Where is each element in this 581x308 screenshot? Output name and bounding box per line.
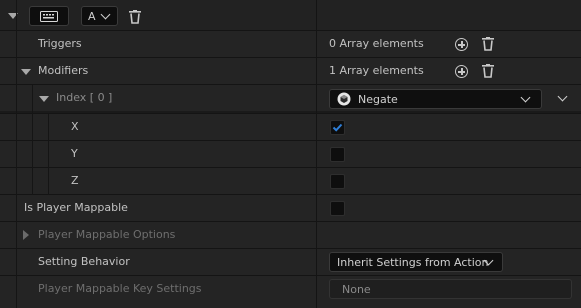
is-player-mappable-row: Is Player Mappable xyxy=(0,195,581,221)
keyboard-icon xyxy=(40,11,58,22)
key-mapping-header-row: A xyxy=(0,0,581,30)
setting-behavior-label: Setting Behavior xyxy=(38,255,130,268)
row-separator xyxy=(0,194,581,195)
modifiers-count: 1 Array elements xyxy=(329,64,424,77)
x-label: X xyxy=(71,120,79,133)
indent-guide xyxy=(48,114,49,195)
keyboard-key-selector[interactable] xyxy=(29,6,69,26)
chevron-down-icon xyxy=(100,9,111,20)
x-row: X xyxy=(0,114,581,140)
triggers-row: Triggers 0 Array elements xyxy=(0,31,581,57)
player-mappable-options-label: Player Mappable Options xyxy=(38,228,176,241)
index-label: Index [ 0 ] xyxy=(56,91,113,104)
key-settings-value: None xyxy=(342,283,371,296)
expand-arrow-icon[interactable] xyxy=(39,96,49,102)
player-mappable-options-row: Player Mappable Options xyxy=(0,222,581,248)
z-checkbox[interactable] xyxy=(330,174,345,189)
y-label: Y xyxy=(71,147,78,160)
index-0-row: Index [ 0 ] Negate xyxy=(0,85,581,111)
triggers-label: Triggers xyxy=(38,37,82,50)
row-separator xyxy=(0,30,581,31)
expand-arrow-icon[interactable] xyxy=(23,230,29,240)
row-separator xyxy=(0,57,581,58)
row-separator xyxy=(0,275,581,276)
is-player-mappable-label: Is Player Mappable xyxy=(24,201,128,214)
row-separator xyxy=(0,84,581,85)
key-settings-dropdown[interactable]: None xyxy=(329,279,572,299)
player-mappable-key-settings-label: Player Mappable Key Settings xyxy=(38,282,202,295)
x-checkbox[interactable] xyxy=(330,120,345,135)
setting-behavior-row: Setting Behavior Inherit Settings from A… xyxy=(0,249,581,275)
row-separator xyxy=(0,221,581,222)
delete-icon[interactable] xyxy=(482,64,494,78)
modifier-type-value: Negate xyxy=(358,93,398,106)
is-player-mappable-checkbox[interactable] xyxy=(330,201,345,216)
delete-icon[interactable] xyxy=(482,37,494,51)
setting-behavior-dropdown[interactable]: Inherit Settings from Action xyxy=(329,252,503,272)
triggers-count: 0 Array elements xyxy=(329,37,424,50)
z-label: Z xyxy=(71,174,79,187)
row-separator xyxy=(0,248,581,249)
add-element-icon[interactable] xyxy=(455,65,468,78)
row-separator xyxy=(0,140,581,141)
indent-guide xyxy=(16,0,17,308)
modifier-type-dropdown[interactable]: Negate xyxy=(329,89,542,109)
checkmark-icon xyxy=(332,123,343,132)
setting-behavior-value: Inherit Settings from Action xyxy=(337,256,489,269)
column-divider[interactable] xyxy=(316,0,317,308)
add-element-icon[interactable] xyxy=(455,38,468,51)
delete-icon[interactable] xyxy=(129,10,141,24)
indent-guide xyxy=(32,85,33,195)
key-dropdown-label: A xyxy=(88,10,96,23)
row-separator xyxy=(0,167,581,168)
key-dropdown[interactable]: A xyxy=(81,6,118,26)
cube-icon xyxy=(337,92,351,106)
expand-arrow-icon[interactable] xyxy=(21,69,31,75)
modifiers-label: Modifiers xyxy=(38,64,89,77)
expand-options-icon[interactable] xyxy=(557,91,568,102)
y-row: Y xyxy=(0,141,581,167)
chevron-down-icon xyxy=(520,92,531,103)
modifiers-row: Modifiers 1 Array elements xyxy=(0,58,581,84)
z-row: Z xyxy=(0,168,581,194)
player-mappable-key-settings-row: Player Mappable Key Settings None xyxy=(0,276,581,308)
row-separator xyxy=(0,113,581,114)
y-checkbox[interactable] xyxy=(330,147,345,162)
